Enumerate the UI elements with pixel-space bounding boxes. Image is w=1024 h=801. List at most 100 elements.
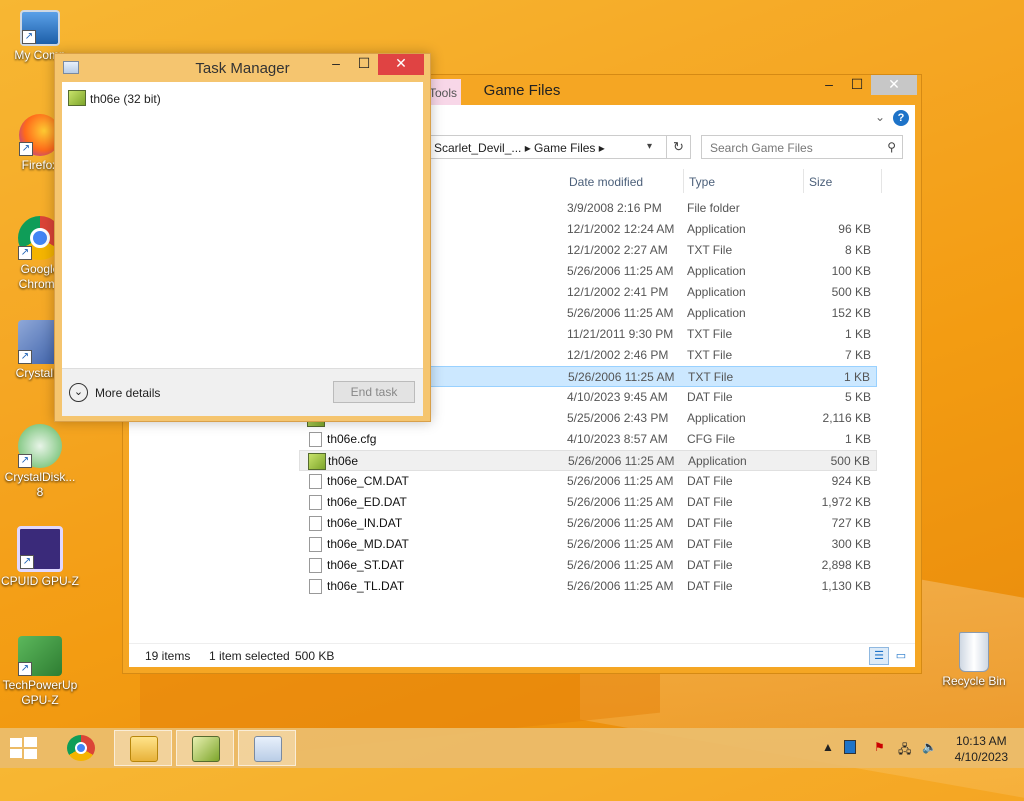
folder-icon bbox=[130, 736, 158, 762]
close-button[interactable]: ✕ bbox=[871, 75, 917, 95]
task-manager-titlebar[interactable]: Task Manager – ☐ ✕ bbox=[55, 54, 430, 82]
end-task-button[interactable]: End task bbox=[333, 381, 415, 403]
cell-type: Application bbox=[687, 306, 746, 320]
cell-size: 727 KB bbox=[831, 516, 871, 530]
cell-date: 5/26/2006 11:25 AM bbox=[567, 495, 674, 509]
network-error-icon[interactable]: ⚑ bbox=[874, 740, 885, 780]
cell-size: 924 KB bbox=[831, 474, 871, 488]
chevron-down-icon[interactable]: ⌄ bbox=[875, 110, 885, 124]
task-manager-icon bbox=[254, 736, 282, 762]
file-icon bbox=[309, 474, 322, 489]
table-row[interactable]: th06e_ED.DAT 5/26/2006 11:25 AM DAT File 1,… bbox=[299, 492, 877, 513]
cell-name: th06e_MD.DAT bbox=[327, 537, 409, 551]
file-icon bbox=[309, 516, 322, 531]
cell-name: th06e_ED.DAT bbox=[327, 495, 407, 509]
volume-muted-icon[interactable]: 🔈 bbox=[922, 740, 937, 780]
cell-date: 5/26/2006 11:25 AM bbox=[567, 306, 674, 320]
refresh-button[interactable]: ↻ bbox=[667, 135, 691, 159]
cpuid-icon: ↗ bbox=[17, 526, 63, 572]
column-separator[interactable] bbox=[803, 169, 804, 193]
start-button[interactable] bbox=[8, 736, 38, 760]
chevron-down-icon[interactable]: ⌄ bbox=[69, 383, 88, 402]
network-icon[interactable]: 🖧 bbox=[898, 740, 911, 780]
cell-type: Application bbox=[687, 264, 746, 278]
cell-size: 152 KB bbox=[831, 306, 871, 320]
table-row[interactable]: th06e_TL.DAT 5/26/2006 11:25 AM DAT File 1,… bbox=[299, 576, 877, 597]
selection-size: 500 KB bbox=[295, 649, 335, 663]
app-icon bbox=[308, 453, 326, 470]
column-type[interactable]: Type bbox=[689, 175, 715, 189]
cell-type: TXT File bbox=[687, 348, 733, 362]
search-input[interactable]: Search Game Files ⚲ bbox=[701, 135, 903, 159]
desktop-icon-gpuz[interactable]: ↗ TechPowerUp GPU-Z bbox=[0, 636, 80, 708]
taskbar-th06e[interactable] bbox=[176, 730, 234, 766]
taskbar-task-manager[interactable] bbox=[238, 730, 296, 766]
minimize-button[interactable]: – bbox=[815, 75, 843, 95]
column-separator[interactable] bbox=[881, 169, 882, 193]
cell-date: 12/1/2002 2:41 PM bbox=[567, 285, 669, 299]
cell-date: 5/26/2006 11:25 AM bbox=[567, 474, 674, 488]
table-row[interactable]: th06e_IN.DAT 5/26/2006 11:25 AM DAT File 72… bbox=[299, 513, 877, 534]
cell-type: File folder bbox=[687, 201, 740, 215]
desktop-icon-crystaldiskmark[interactable]: ↗ CrystalDisk... 8 bbox=[0, 424, 80, 500]
column-date-modified[interactable]: Date modified bbox=[569, 175, 643, 189]
cell-name: th06e_TL.DAT bbox=[327, 579, 405, 593]
address-bar[interactable]: Scarlet_Devil_... ▸ Game Files ▸ bbox=[429, 135, 667, 159]
cell-size: 1,130 KB bbox=[821, 579, 871, 593]
action-center-icon[interactable] bbox=[844, 740, 856, 754]
desktop-icon-label: CrystalDisk... 8 bbox=[4, 470, 76, 499]
table-row[interactable]: th06e_MD.DAT 5/26/2006 11:25 AM DAT File 30… bbox=[299, 534, 877, 555]
cell-type: DAT File bbox=[687, 558, 733, 572]
status-bar: 19 items 1 item selected 500 KB ☰ ▭ bbox=[129, 643, 915, 667]
cell-date: 11/21/2011 9:30 PM bbox=[567, 327, 674, 341]
selection-count: 1 item selected bbox=[209, 649, 290, 663]
cell-size: 2,116 KB bbox=[822, 411, 871, 425]
table-row[interactable]: th06e 5/26/2006 11:25 AM Application 500 KB bbox=[299, 450, 877, 471]
file-icon bbox=[309, 558, 322, 573]
table-row[interactable]: th06e_CM.DAT 5/26/2006 11:25 AM DAT File 92… bbox=[299, 471, 877, 492]
large-icons-view-icon[interactable]: ▭ bbox=[891, 647, 911, 665]
cell-type: DAT File bbox=[687, 516, 733, 530]
cell-date: 12/1/2002 2:27 AM bbox=[567, 243, 668, 257]
column-size[interactable]: Size bbox=[809, 175, 832, 189]
cell-type: TXT File bbox=[687, 327, 733, 341]
desktop-icon-label: Recycle Bin bbox=[942, 674, 1006, 688]
chrome-icon bbox=[67, 735, 95, 761]
cell-date: 12/1/2002 2:46 PM bbox=[567, 348, 669, 362]
maximize-button[interactable]: ☐ bbox=[350, 54, 378, 75]
desktop-icon-label: TechPowerUp GPU-Z bbox=[2, 678, 78, 707]
table-row[interactable]: th06e.cfg 4/10/2023 8:57 AM CFG File 1 KB bbox=[299, 429, 877, 450]
show-hidden-icons[interactable]: ▲ bbox=[822, 740, 834, 780]
close-button[interactable]: ✕ bbox=[378, 54, 424, 75]
computer-icon: ↗ bbox=[20, 10, 60, 46]
maximize-button[interactable]: ☐ bbox=[843, 75, 871, 95]
crystaldisk-mark-icon: ↗ bbox=[18, 424, 62, 468]
details-view-icon[interactable]: ☰ bbox=[869, 647, 889, 665]
cell-size: 300 KB bbox=[831, 537, 871, 551]
help-icon[interactable]: ? bbox=[893, 110, 909, 126]
taskbar: ▲ ⚑ 🖧 🔈 10:13 AM 4/10/2023 bbox=[0, 728, 1024, 768]
taskbar-chrome[interactable] bbox=[52, 730, 110, 766]
gpuz-icon: ↗ bbox=[18, 636, 62, 676]
clock-time: 10:13 AM bbox=[955, 734, 1007, 748]
more-details-link[interactable]: More details bbox=[95, 386, 160, 400]
cell-size: 7 KB bbox=[844, 348, 871, 362]
task-manager-window[interactable]: Task Manager – ☐ ✕ th06e (32 bit) ⌄ More… bbox=[54, 53, 431, 422]
chevron-down-icon[interactable]: ▾ bbox=[647, 141, 652, 152]
taskbar-file-explorer[interactable] bbox=[114, 730, 172, 766]
recycle-bin-icon bbox=[959, 632, 989, 672]
process-list[interactable]: th06e (32 bit) bbox=[62, 82, 423, 368]
cell-type: Application bbox=[687, 222, 746, 236]
minimize-button[interactable]: – bbox=[322, 54, 350, 75]
cell-size: 500 KB bbox=[831, 285, 871, 299]
app-icon bbox=[192, 736, 220, 762]
cell-size: 1 KB bbox=[843, 370, 870, 384]
cell-name: th06e bbox=[328, 454, 359, 468]
column-separator[interactable] bbox=[683, 169, 684, 193]
table-row[interactable]: th06e_ST.DAT 5/26/2006 11:25 AM DAT File 2,… bbox=[299, 555, 877, 576]
clock[interactable]: 10:13 AM 4/10/2023 bbox=[955, 733, 1008, 765]
desktop-icon-recycle-bin[interactable]: Recycle Bin bbox=[934, 632, 1014, 689]
desktop-icon-cpuid[interactable]: ↗ CPUID GPU-Z bbox=[0, 526, 80, 589]
file-icon bbox=[309, 579, 322, 594]
file-icon bbox=[309, 537, 322, 552]
